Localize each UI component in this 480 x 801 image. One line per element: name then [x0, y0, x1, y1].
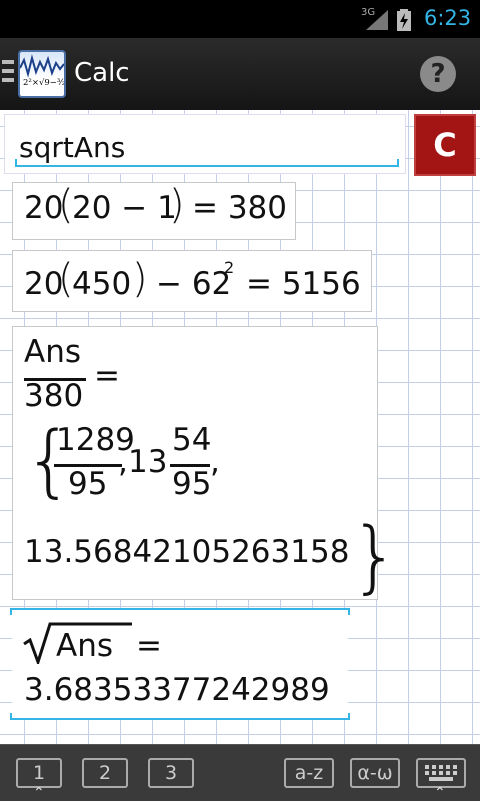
wave-icon [20, 54, 64, 78]
caret-up-icon: ⌃ [33, 785, 45, 801]
menu-icon[interactable] [2, 60, 14, 86]
history-entry[interactable]: Ans 380 = { 1289 95 , 13 54 95 , 13.5684… [12, 326, 400, 602]
history-entry[interactable]: 20 ( 450 ) − 62 2 = 5156 [12, 250, 372, 312]
latin-letters-button[interactable]: a-z [284, 758, 334, 788]
action-bar: 2²×√9−³⁄₂ Calc ? [0, 38, 480, 110]
keypad-1-button[interactable]: 1 [16, 758, 62, 788]
clear-button[interactable]: C [414, 114, 476, 176]
keyboard-icon [425, 765, 457, 781]
keypad-3-button[interactable]: 3 [148, 758, 194, 788]
history-entry[interactable]: 20 ( 20 − 1 ) = 380 [12, 182, 296, 240]
battery-charging-icon [397, 9, 411, 31]
keyboard-bar: 1 ⌃ 2 3 a-z α-ω ⌃ [0, 744, 480, 801]
expression-input-box [4, 114, 406, 174]
history-entry-selected[interactable]: Ans = 3.68353377242989 [10, 608, 350, 720]
logo-formula: 2²×√9−³⁄₂ [23, 78, 66, 88]
status-bar: 3G 6:23 [0, 0, 480, 38]
greek-letters-button[interactable]: α-ω [350, 758, 400, 788]
help-button[interactable]: ? [420, 56, 456, 92]
app-title: Calc [74, 58, 130, 88]
clock: 6:23 [424, 6, 472, 30]
app-logo[interactable]: 2²×√9−³⁄₂ [18, 50, 66, 98]
expression-input[interactable] [19, 129, 391, 165]
keypad-2-button[interactable]: 2 [82, 758, 128, 788]
workspace: C 20 ( 20 − 1 ) = 380 20 ( 450 ) − 62 2 … [0, 110, 480, 744]
caret-up-icon: ⌃ [434, 785, 446, 801]
signal-icon [366, 10, 388, 30]
system-keyboard-button[interactable] [416, 758, 466, 788]
